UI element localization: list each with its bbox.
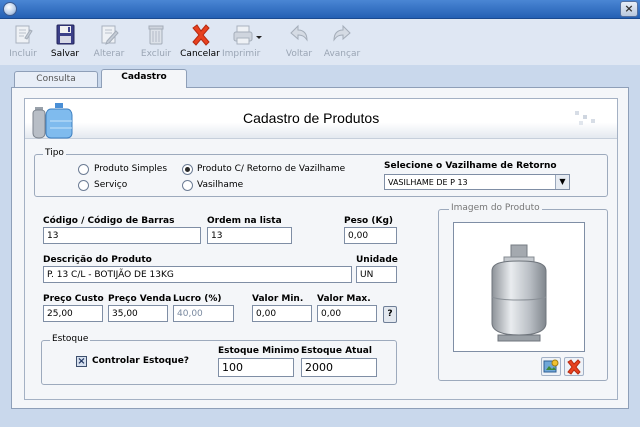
salvar-button[interactable]: Salvar xyxy=(44,23,86,63)
vasilhame-label: Selecione o Vazilhame de Retorno xyxy=(384,161,557,171)
cancelar-button[interactable]: Cancelar xyxy=(179,23,221,63)
incluir-button[interactable]: Incluir xyxy=(2,23,44,63)
estoque-atual-input[interactable]: 2000 xyxy=(301,358,377,377)
controlar-estoque-checkbox[interactable]: × xyxy=(76,356,87,367)
form-header: Cadastro de Produtos xyxy=(25,99,617,139)
lucro-label: Lucro (%) xyxy=(173,294,222,304)
controlar-estoque-label: Controlar Estoque? xyxy=(92,356,190,366)
preco-venda-label: Preço Venda xyxy=(108,294,172,304)
tab-panel: Cadastro de Produtos Tipo Produto Simple… xyxy=(11,87,629,409)
radio-label-produto-simples: Produto Simples xyxy=(94,164,168,174)
descricao-input[interactable]: P. 13 C/L - BOTIJÃO DE 13KG xyxy=(43,266,352,283)
back-arrow-icon xyxy=(290,24,308,42)
page-title: Cadastro de Produtos xyxy=(243,110,380,126)
unidade-input[interactable]: UN xyxy=(356,266,397,283)
gas-cylinder-image xyxy=(491,244,547,342)
cancel-x-icon xyxy=(192,24,210,46)
product-image-frame xyxy=(453,222,585,352)
voltar-button[interactable]: Voltar xyxy=(278,23,320,63)
codigo-input[interactable]: 13 xyxy=(43,227,201,244)
tipo-legend: Tipo xyxy=(43,148,66,158)
title-bar: × xyxy=(0,0,640,19)
estoque-minimo-label: Estoque Minimo xyxy=(218,346,300,356)
imprimir-button[interactable]: Imprimir xyxy=(222,23,272,63)
radio-servico[interactable] xyxy=(78,180,89,191)
valor-min-label: Valor Min. xyxy=(252,294,304,304)
valor-min-input[interactable]: 0,00 xyxy=(252,305,312,322)
help-button[interactable]: ? xyxy=(383,306,397,323)
floppy-disk-icon xyxy=(56,24,75,45)
radio-vasilhame[interactable] xyxy=(182,180,193,191)
radio-label-servico: Serviço xyxy=(94,180,128,190)
forward-arrow-icon xyxy=(333,24,351,42)
estoque-atual-label: Estoque Atual xyxy=(301,346,372,356)
preco-custo-label: Preço Custo xyxy=(43,294,104,304)
close-button[interactable]: × xyxy=(620,1,638,17)
vasilhame-select[interactable]: VASILHAME DE P 13 ▼ xyxy=(384,174,570,190)
tab-consulta[interactable]: Consulta xyxy=(14,71,98,87)
decoration-dots-icon xyxy=(575,111,595,125)
peso-label: Peso (Kg) xyxy=(344,216,394,226)
vasilhame-select-value: VASILHAME DE P 13 xyxy=(388,178,468,187)
estoque-group: Estoque × Controlar Estoque? Estoque Min… xyxy=(41,334,397,385)
estoque-minimo-input[interactable]: 100 xyxy=(218,358,294,377)
gas-cylinder-water-jug-icon xyxy=(32,103,73,139)
ordem-input[interactable]: 13 xyxy=(207,227,292,244)
radio-label-vasilhame: Vasilhame xyxy=(197,180,244,190)
tipo-group: Tipo Produto Simples Produto C/ Retorno … xyxy=(34,148,608,197)
valor-max-input[interactable]: 0,00 xyxy=(317,305,377,322)
alterar-button[interactable]: Alterar xyxy=(88,23,130,63)
remove-image-icon xyxy=(567,359,581,375)
unidade-label: Unidade xyxy=(356,255,398,265)
form-area: Cadastro de Produtos Tipo Produto Simple… xyxy=(24,98,618,400)
add-document-icon xyxy=(15,25,33,44)
load-image-icon xyxy=(543,359,559,373)
valor-max-label: Valor Max. xyxy=(317,294,371,304)
remove-image-button[interactable] xyxy=(564,357,584,376)
estoque-legend: Estoque xyxy=(50,334,91,344)
preco-venda-input[interactable]: 35,00 xyxy=(108,305,168,322)
lucro-input[interactable]: 40,00 xyxy=(173,305,234,322)
toolbar: Incluir Salvar Alterar Excluir Cancelar xyxy=(0,19,640,65)
ordem-label: Ordem na lista xyxy=(207,216,282,226)
excluir-button[interactable]: Excluir xyxy=(135,23,177,63)
radio-label-produto-retorno: Produto C/ Retorno de Vazilhame xyxy=(197,164,346,174)
radio-produto-retorno[interactable] xyxy=(182,164,193,175)
load-image-button[interactable] xyxy=(541,357,561,376)
tab-strip: Consulta Cadastro xyxy=(0,65,640,88)
peso-input[interactable]: 0,00 xyxy=(344,227,397,244)
imagem-group: Imagem do Produto xyxy=(438,203,608,381)
tab-cadastro[interactable]: Cadastro xyxy=(101,69,187,88)
chevron-down-icon[interactable]: ▼ xyxy=(555,175,569,189)
trash-icon xyxy=(148,25,164,45)
system-menu-icon[interactable] xyxy=(3,2,17,16)
preco-custo-input[interactable]: 25,00 xyxy=(43,305,103,322)
codigo-label: Código / Código de Barras xyxy=(43,216,175,226)
edit-document-icon xyxy=(101,25,119,45)
descricao-label: Descrição do Produto xyxy=(43,255,152,265)
printer-icon xyxy=(233,25,262,45)
avancar-button[interactable]: Avançar xyxy=(321,23,363,63)
imagem-legend: Imagem do Produto xyxy=(449,203,542,213)
radio-produto-simples[interactable] xyxy=(78,164,89,175)
